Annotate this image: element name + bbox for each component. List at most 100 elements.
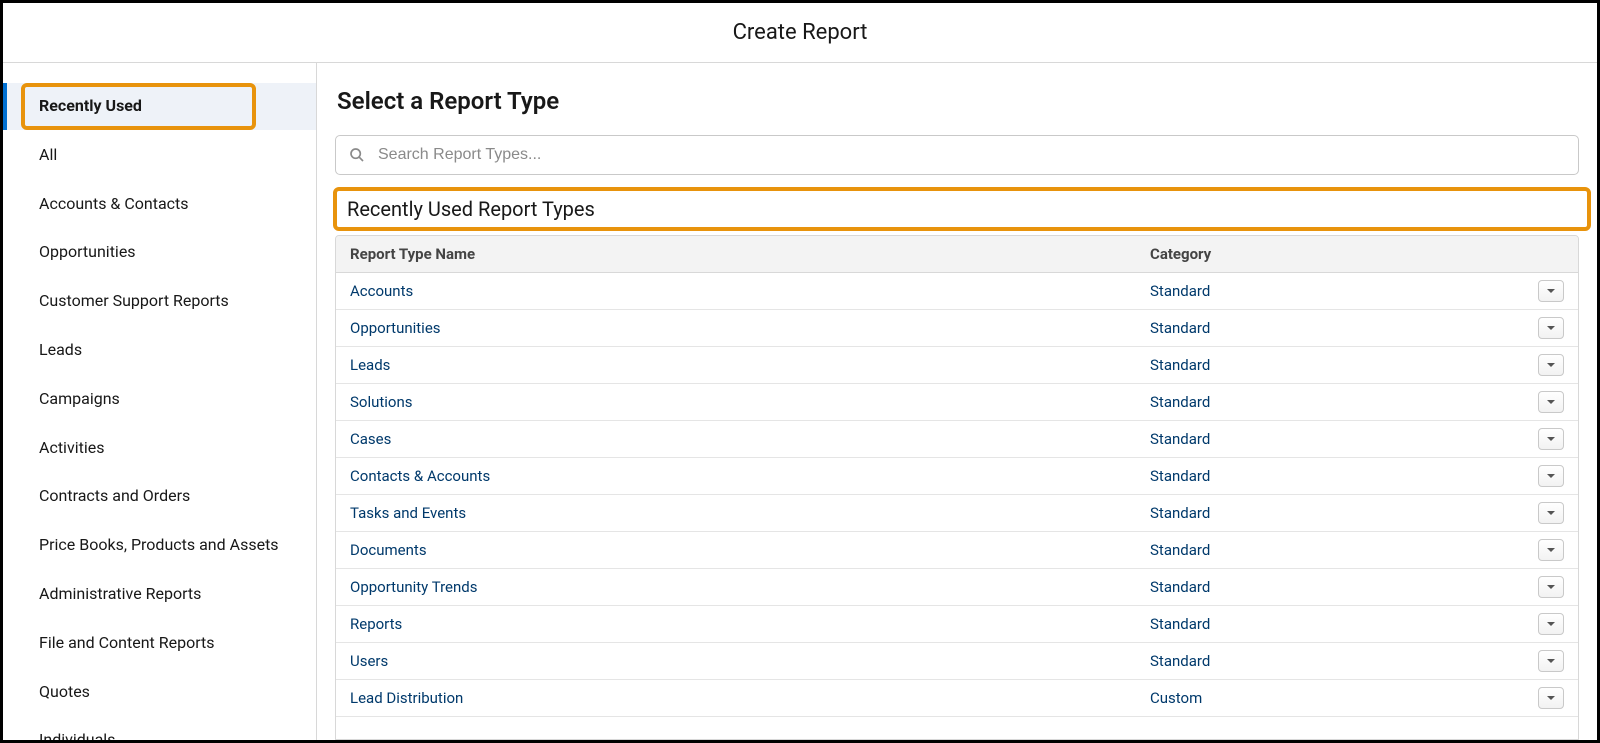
sidebar-item[interactable]: Quotes bbox=[3, 669, 316, 716]
table-row[interactable]: Contacts & AccountsStandard bbox=[336, 458, 1578, 495]
report-type-name[interactable]: Leads bbox=[336, 349, 1136, 381]
table-row[interactable]: LeadsStandard bbox=[336, 347, 1578, 384]
report-type-name[interactable]: Cases bbox=[336, 423, 1136, 455]
row-action-button[interactable] bbox=[1538, 465, 1564, 487]
table-row[interactable]: SolutionsStandard bbox=[336, 384, 1578, 421]
row-action-cell bbox=[1516, 458, 1578, 494]
sidebar-item-label: Accounts & Contacts bbox=[39, 194, 189, 213]
report-type-name[interactable]: Accounts bbox=[336, 275, 1136, 307]
report-type-category: Standard bbox=[1136, 497, 1516, 529]
sidebar-item[interactable]: Contracts and Orders bbox=[3, 473, 316, 520]
sidebar-item[interactable]: Accounts & Contacts bbox=[3, 181, 316, 228]
report-type-category: Standard bbox=[1136, 386, 1516, 418]
sidebar-item[interactable]: Individuals bbox=[3, 717, 316, 740]
row-action-button[interactable] bbox=[1538, 391, 1564, 413]
report-type-category: Standard bbox=[1136, 534, 1516, 566]
caret-down-icon bbox=[1546, 397, 1556, 407]
sidebar-item-label: Administrative Reports bbox=[39, 584, 201, 603]
sidebar-item[interactable]: Opportunities bbox=[3, 229, 316, 276]
row-action-button[interactable] bbox=[1538, 576, 1564, 598]
table-row[interactable]: UsersStandard bbox=[336, 643, 1578, 680]
caret-down-icon bbox=[1546, 286, 1556, 296]
report-type-name[interactable]: Opportunities bbox=[336, 312, 1136, 344]
main-title: Select a Report Type bbox=[335, 87, 1579, 115]
table-body: AccountsStandardOpportunitiesStandardLea… bbox=[336, 273, 1578, 717]
row-action-button[interactable] bbox=[1538, 650, 1564, 672]
row-action-button[interactable] bbox=[1538, 354, 1564, 376]
sidebar-item-label: Quotes bbox=[39, 682, 90, 701]
row-action-button[interactable] bbox=[1538, 280, 1564, 302]
sidebar-item[interactable]: Campaigns bbox=[3, 376, 316, 423]
sidebar-item[interactable]: Administrative Reports bbox=[3, 571, 316, 618]
caret-down-icon bbox=[1546, 508, 1556, 518]
report-type-name[interactable]: Documents bbox=[336, 534, 1136, 566]
table-row[interactable]: Opportunity TrendsStandard bbox=[336, 569, 1578, 606]
caret-down-icon bbox=[1546, 693, 1556, 703]
caret-down-icon bbox=[1546, 582, 1556, 592]
row-action-cell bbox=[1516, 421, 1578, 457]
table-row[interactable]: Tasks and EventsStandard bbox=[336, 495, 1578, 532]
report-type-category: Standard bbox=[1136, 275, 1516, 307]
report-type-name[interactable]: Solutions bbox=[336, 386, 1136, 418]
modal-header: Create Report bbox=[3, 3, 1597, 63]
sidebar-item[interactable]: Customer Support Reports bbox=[3, 278, 316, 325]
caret-down-icon bbox=[1546, 471, 1556, 481]
report-type-category: Standard bbox=[1136, 423, 1516, 455]
row-action-cell bbox=[1516, 273, 1578, 309]
row-action-button[interactable] bbox=[1538, 539, 1564, 561]
sidebar-item-label: Opportunities bbox=[39, 242, 136, 261]
report-type-name[interactable]: Users bbox=[336, 645, 1136, 677]
table-row[interactable]: AccountsStandard bbox=[336, 273, 1578, 310]
sidebar-item-label: Leads bbox=[39, 340, 82, 359]
search-wrapper bbox=[335, 135, 1579, 175]
row-action-cell bbox=[1516, 643, 1578, 679]
sidebar-item[interactable]: Recently Used bbox=[3, 83, 316, 130]
table-row[interactable]: OpportunitiesStandard bbox=[336, 310, 1578, 347]
report-type-name[interactable]: Tasks and Events bbox=[336, 497, 1136, 529]
caret-down-icon bbox=[1546, 360, 1556, 370]
report-type-category: Standard bbox=[1136, 312, 1516, 344]
table-row[interactable]: DocumentsStandard bbox=[336, 532, 1578, 569]
row-action-cell bbox=[1516, 310, 1578, 346]
table-row[interactable]: Lead DistributionCustom bbox=[336, 680, 1578, 717]
row-action-button[interactable] bbox=[1538, 317, 1564, 339]
row-action-button[interactable] bbox=[1538, 502, 1564, 524]
report-type-name[interactable]: Opportunity Trends bbox=[336, 571, 1136, 603]
caret-down-icon bbox=[1546, 545, 1556, 555]
sidebar-item[interactable]: Leads bbox=[3, 327, 316, 374]
table-row[interactable]: ReportsStandard bbox=[336, 606, 1578, 643]
sidebar-item-label: Contracts and Orders bbox=[39, 486, 190, 505]
search-icon bbox=[349, 147, 365, 163]
sidebar-item[interactable]: File and Content Reports bbox=[3, 620, 316, 667]
column-header-name[interactable]: Report Type Name bbox=[336, 236, 1136, 272]
row-action-cell bbox=[1516, 347, 1578, 383]
sidebar-item[interactable]: Activities bbox=[3, 425, 316, 472]
table-header: Report Type Name Category bbox=[336, 236, 1578, 273]
row-action-cell bbox=[1516, 532, 1578, 568]
report-type-category: Standard bbox=[1136, 571, 1516, 603]
sidebar-item-label: Activities bbox=[39, 438, 104, 457]
row-action-button[interactable] bbox=[1538, 613, 1564, 635]
row-action-button[interactable] bbox=[1538, 687, 1564, 709]
table-row[interactable]: CasesStandard bbox=[336, 421, 1578, 458]
report-type-category: Standard bbox=[1136, 349, 1516, 381]
report-type-category: Standard bbox=[1136, 645, 1516, 677]
row-action-cell bbox=[1516, 384, 1578, 420]
column-header-action bbox=[1516, 236, 1578, 272]
column-header-category[interactable]: Category bbox=[1136, 236, 1516, 272]
report-type-category: Custom bbox=[1136, 682, 1516, 714]
sidebar-item-label: Individuals bbox=[39, 730, 115, 740]
report-type-name[interactable]: Contacts & Accounts bbox=[336, 460, 1136, 492]
sidebar-item[interactable]: Price Books, Products and Assets bbox=[3, 522, 316, 569]
section-title-wrap: Recently Used Report Types bbox=[335, 193, 1579, 225]
report-type-name[interactable]: Lead Distribution bbox=[336, 682, 1136, 714]
sidebar-item-label: Price Books, Products and Assets bbox=[39, 535, 279, 554]
row-action-button[interactable] bbox=[1538, 428, 1564, 450]
main-panel: Select a Report Type Recently Used Repor… bbox=[317, 63, 1597, 740]
sidebar-item-label: File and Content Reports bbox=[39, 633, 215, 652]
report-type-name[interactable]: Reports bbox=[336, 608, 1136, 640]
search-input[interactable] bbox=[335, 135, 1579, 175]
sidebar-item-label: Campaigns bbox=[39, 389, 120, 408]
sidebar-item[interactable]: All bbox=[3, 132, 316, 179]
sidebar-item-label: All bbox=[39, 145, 57, 164]
